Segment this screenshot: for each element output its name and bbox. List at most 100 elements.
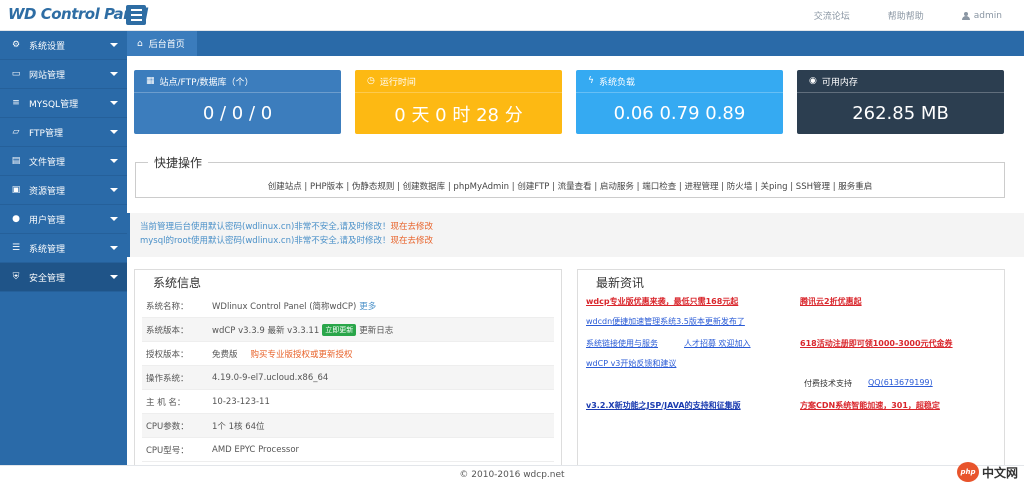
stat-value: 262.85 MB xyxy=(852,103,949,124)
sidebar-item-label: 文件管理 xyxy=(29,157,66,168)
gear-icon: ⚙ xyxy=(11,40,21,50)
user-menu[interactable]: admin xyxy=(961,9,1002,22)
sidebar-item-users[interactable]: ● 用户管理 xyxy=(0,205,127,234)
stat-card-uptime: ◷ 运行时间 0 天 0 时 28 分 xyxy=(355,70,562,134)
quick-actions-links[interactable]: 创建站点 | PHP版本 | 伪静态规则 | 创建数据库 | phpMyAdmi… xyxy=(136,180,1004,192)
chevron-down-icon xyxy=(110,188,118,192)
changelog-link[interactable]: 更新日志 xyxy=(359,324,393,336)
main-content: ▦ 站点/FTP/数据库（个） 0 / 0 / 0 ◷ 运行时间 0 天 0 时 2… xyxy=(127,56,1024,465)
panel-title: 系统信息 xyxy=(153,276,202,290)
grid-icon: ▦ xyxy=(146,76,155,86)
help-link[interactable]: 帮助帮助 xyxy=(888,9,924,22)
stat-card-load: ϟ 系统负载 0.06 0.79 0.89 xyxy=(576,70,783,134)
top-header: WD Control Panel 交流论坛 帮助帮助 admin xyxy=(0,0,1024,31)
stat-title: 系统负载 xyxy=(598,77,635,88)
database-icon: ≡ xyxy=(12,98,20,108)
bolt-icon: ϟ xyxy=(588,76,594,86)
buy-license-link[interactable]: 购买专业版授权或更新授权 xyxy=(251,348,353,360)
support-label: 付费技术支持 xyxy=(804,379,852,388)
user-icon xyxy=(961,11,970,20)
news-link[interactable]: wdCP v3开始反馈和建议 xyxy=(586,358,676,369)
notice-text: mysql的root使用默认密码(wdlinux.cn)非常不安全,请及时修改！ xyxy=(140,236,391,246)
notice-text: 当前管理后台使用默认密码(wdlinux.cn)非常不安全,请及时修改！ xyxy=(140,222,391,232)
stat-card-memory: ◉ 可用内存 262.85 MB xyxy=(797,70,1004,134)
change-password-link[interactable]: 现在去修改 xyxy=(390,222,433,232)
news-link[interactable]: 系统链接使用与服务 xyxy=(586,338,658,349)
table-row: CPU型号： AMD EPYC Processor xyxy=(142,438,554,462)
stat-value: 0.06 0.79 0.89 xyxy=(613,103,746,124)
breadcrumb-home[interactable]: ⌂ 后台首页 xyxy=(127,31,197,56)
sidebar-item-label: 网站管理 xyxy=(29,70,66,81)
chevron-down-icon xyxy=(110,101,118,105)
chevron-down-icon xyxy=(110,130,118,134)
sidebar-item-label: MYSQL管理 xyxy=(29,99,79,110)
news-link[interactable]: wdcdn便捷加速管理系统3.5版本更新发布了 xyxy=(586,316,745,327)
box-icon: ▣ xyxy=(11,185,21,195)
quick-actions: 快捷操作 创建站点 | PHP版本 | 伪静态规则 | 创建数据库 | phpM… xyxy=(135,154,1005,198)
system-info-panel: 系统信息 系统名称： WDlinux Control Panel (简称wdCP)… xyxy=(134,269,562,465)
chevron-down-icon xyxy=(110,217,118,221)
memory-icon: ◉ xyxy=(809,76,817,86)
sidebar-item-label: 系统设置 xyxy=(29,41,66,52)
stat-value: 0 天 0 时 28 分 xyxy=(394,104,523,126)
table-row: 系统版本： wdCP v3.3.9 最新 v3.3.11 立即更新 更新日志 xyxy=(142,318,554,342)
watermark-logo: php 中文网 xyxy=(956,461,1018,483)
sidebar-item-system-manage[interactable]: ☰ 系统管理 xyxy=(0,234,127,263)
stat-title: 站点/FTP/数据库（个） xyxy=(159,77,254,88)
table-row: CPU参数： 1个 1核 64位 xyxy=(142,414,554,438)
footer: © 2010-2016 wdcp.net xyxy=(0,465,1024,484)
table-row: 授权版本： 免费版 购买专业版授权或更新授权 xyxy=(142,342,554,366)
chevron-down-icon xyxy=(110,159,118,163)
news-panel: 最新资讯 wdcp专业版优惠来袭，最低只需168元起 腾讯云2折优惠起 wdcd… xyxy=(577,269,1005,465)
qq-link[interactable]: QQ(613679199) xyxy=(868,378,933,387)
table-row: 主 机 名： 10-23-123-11 xyxy=(142,390,554,414)
stat-card-sites: ▦ 站点/FTP/数据库（个） 0 / 0 / 0 xyxy=(134,70,341,134)
chevron-down-icon xyxy=(110,43,118,47)
sidebar-item-mysql[interactable]: ≡ MYSQL管理 xyxy=(0,89,127,118)
news-link[interactable]: 方案CDN系统智能加速，301，超稳定 xyxy=(800,400,940,411)
sidebar-item-resources[interactable]: ▣ 资源管理 xyxy=(0,176,127,205)
sidebar-item-files[interactable]: ▤ 文件管理 xyxy=(0,147,127,176)
sidebar-item-label: 安全管理 xyxy=(29,273,66,284)
username: admin xyxy=(973,10,1002,21)
monitor-icon: ▭ xyxy=(11,69,21,79)
table-row: 系统名称： WDlinux Control Panel (简称wdCP) 更多 xyxy=(142,294,554,318)
change-mysql-password-link[interactable]: 现在去修改 xyxy=(391,236,434,246)
chevron-down-icon xyxy=(110,72,118,76)
sidebar: ⚙ 系统设置 ▭ 网站管理 ≡ MYSQL管理 ▱ FTP管理 ▤ 文件管理 ▣ 资源管理 … xyxy=(0,31,127,465)
panel-title: 最新资讯 xyxy=(596,276,645,290)
menu-toggle-button[interactable] xyxy=(126,5,146,25)
folder-icon: ▱ xyxy=(12,127,20,137)
news-link[interactable]: 腾讯云2折优惠起 xyxy=(800,296,862,307)
quick-actions-title: 快捷操作 xyxy=(148,154,209,171)
security-notice: 当前管理后台使用默认密码(wdlinux.cn)非常不安全,请及时修改！现在去修… xyxy=(127,213,1024,257)
user-icon: ● xyxy=(12,214,20,224)
breadcrumb: ⌂ 后台首页 xyxy=(127,31,1024,56)
clock-icon: ◷ xyxy=(367,76,375,86)
sidebar-item-label: 资源管理 xyxy=(29,186,66,197)
list-icon: ☰ xyxy=(11,243,21,253)
chevron-down-icon xyxy=(110,275,118,279)
stat-title: 可用内存 xyxy=(821,77,858,88)
news-link[interactable]: wdcp专业版优惠来袭，最低只需168元起 xyxy=(586,296,738,307)
sidebar-item-security[interactable]: ⛨ 安全管理 xyxy=(0,263,127,292)
sidebar-item-label: 用户管理 xyxy=(29,215,66,226)
sidebar-item-site[interactable]: ▭ 网站管理 xyxy=(0,60,127,89)
news-link[interactable]: 人才招募 欢迎加入 xyxy=(684,338,751,349)
table-row: 操作系统： 4.19.0-9-el7.ucloud.x86_64 xyxy=(142,366,554,390)
sidebar-item-label: FTP管理 xyxy=(29,128,63,139)
forum-link[interactable]: 交流论坛 xyxy=(814,9,850,22)
update-now-button[interactable]: 立即更新 xyxy=(322,323,357,336)
file-icon: ▤ xyxy=(11,156,21,166)
more-link[interactable]: 更多 xyxy=(359,300,376,312)
sidebar-item-label: 系统管理 xyxy=(29,244,66,255)
sidebar-item-system-settings[interactable]: ⚙ 系统设置 xyxy=(0,31,127,60)
news-link[interactable]: 618活动注册即可领1000-3000元代金券 xyxy=(800,338,953,349)
sidebar-item-ftp[interactable]: ▱ FTP管理 xyxy=(0,118,127,147)
stat-title: 运行时间 xyxy=(379,77,416,88)
shield-icon: ⛨ xyxy=(12,272,20,282)
top-links: 交流论坛 帮助帮助 admin xyxy=(814,9,1002,23)
chevron-down-icon xyxy=(110,246,118,250)
breadcrumb-label: 后台首页 xyxy=(148,40,185,50)
news-link[interactable]: v3.2.X新功能之JSP/JAVA的支持和征集版 xyxy=(586,400,741,411)
